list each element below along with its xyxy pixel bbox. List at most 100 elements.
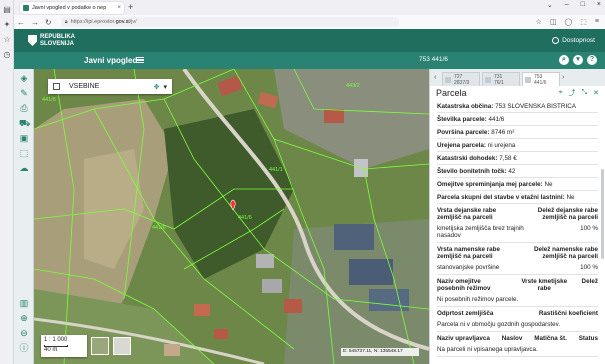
managers-table: Naziv upravljavca Naslov Matična št. Sta…	[437, 332, 598, 357]
tabs-next-icon[interactable]: ›	[562, 74, 570, 81]
table-header: Delež namenske rabe zemljišč na parceli	[533, 246, 598, 260]
parcel-number-label: 441/6	[238, 215, 252, 221]
bookmark-star-icon[interactable]: ☆	[536, 18, 542, 26]
close-panel-icon[interactable]: ✕	[593, 89, 599, 97]
tabs-prev-icon[interactable]: ‹	[434, 74, 442, 81]
basemap-map-thumb[interactable]	[113, 337, 131, 355]
accessibility-button[interactable]: Dostopnost	[552, 37, 595, 44]
app-bar: Javni vpogled 753 441/6 ⌕ ▾ ?	[14, 52, 605, 69]
history-icon[interactable]: ◷	[3, 51, 11, 59]
ai-chat-icon[interactable]: ✦	[3, 21, 11, 29]
attr-row: Številka parcele: 441/6	[437, 113, 598, 126]
shopping-cart-icon[interactable]: ⛟	[19, 118, 30, 128]
attr-value: 7,58 €	[497, 155, 517, 162]
attr-row: Parcela skupni del stavbe v etažni lastn…	[437, 191, 598, 204]
layers-selector[interactable]: VSEBINE ✥ ▾	[48, 79, 172, 94]
orthophoto-map: 441/6 441/6 443/2 441/1 441/6	[34, 69, 429, 364]
parcel-tab[interactable]: 731 76/1	[482, 72, 520, 86]
basemap-orthophoto-thumb[interactable]	[91, 337, 109, 355]
print-icon[interactable]: ⎙	[19, 103, 29, 113]
table-header: Delež	[581, 278, 598, 285]
zoom-out-icon[interactable]: ⊖	[19, 328, 29, 338]
map-canvas[interactable]: 441/6 441/6 443/2 441/1 441/6	[34, 69, 429, 364]
coat-of-arms-logo	[28, 35, 37, 46]
tab-title: Javni vpogled v podatke o nep	[32, 5, 107, 11]
browser-tab[interactable]: Javni vpogled v podatke o nep ×	[20, 2, 124, 14]
account-icon[interactable]: ◯	[564, 18, 572, 26]
share-icon[interactable]: ⤴	[569, 88, 576, 98]
app-menu-icon[interactable]: ≡	[595, 18, 599, 26]
parcel-tab[interactable]: 727 2837/3	[442, 72, 480, 86]
bookmarks-icon[interactable]: ☆	[3, 36, 11, 44]
browser-sidebar: ▤ ✦ ☆ ◷	[0, 0, 14, 364]
cloud-download-icon[interactable]: ☁	[19, 163, 29, 173]
layers-selected-value: VSEBINE	[69, 83, 100, 90]
book-icon[interactable]: ▥	[19, 298, 29, 308]
url-domain: gov.si	[115, 19, 130, 25]
maximize-icon[interactable]: □	[581, 1, 585, 9]
pocket-icon[interactable]: ◫	[550, 18, 557, 26]
table-header: Vrsta dejanske rabe zemljišč na parceli	[437, 207, 497, 221]
attr-row: Katastrska občina: 753 SLOVENSKA BISTRIC…	[437, 100, 598, 113]
sidebar-toggle-icon[interactable]: ▤	[3, 6, 11, 14]
attr-value: 42	[506, 168, 516, 175]
chevron-down-icon[interactable]: ▾	[163, 83, 167, 91]
table-cell: 100 %	[580, 225, 598, 232]
back-icon[interactable]: ←	[17, 18, 25, 27]
tab-close-icon[interactable]: ×	[117, 5, 121, 11]
search-icon[interactable]: ⌕	[559, 55, 569, 65]
panel-title: Parcela	[436, 88, 467, 98]
parcel-number-label: 443/2	[346, 83, 360, 89]
menu-icon[interactable]	[136, 57, 144, 63]
forward-icon[interactable]: →	[31, 18, 39, 27]
attr-key: Število bonitetnih točk:	[437, 168, 507, 175]
app-title: Javni vpogled	[84, 56, 138, 65]
parcel-tab-icon	[525, 77, 531, 83]
address-bar[interactable]: 🔒︎ https://ipi.eprostor. gov.si/jv/	[60, 17, 399, 27]
table-header: Delež dejanske rabe zemljišč na parceli	[537, 207, 598, 221]
parcel-tab-number: 441/6	[534, 80, 547, 86]
table-header: Naziv upravljavca	[437, 335, 490, 342]
measure-icon[interactable]: ✎	[19, 88, 29, 98]
attr-value: ni urejena	[486, 142, 516, 149]
planned-use-table: Vrsta namenske rabe zemljišč na parceli …	[437, 243, 598, 275]
parcel-number-label: 441/6	[152, 225, 166, 231]
window-controls: ⌄ – □ ×	[547, 1, 601, 9]
attr-value: Ne	[542, 181, 553, 188]
parcel-tab-active[interactable]: 753 441/6	[522, 72, 560, 86]
parcel-search-value[interactable]: 753 441/6	[419, 56, 448, 63]
attr-value: 753 SLOVENSKA BISTRICA	[493, 103, 576, 110]
cart-icon[interactable]: ▾	[573, 55, 583, 65]
extensions-icon[interactable]: ⬚	[580, 18, 587, 26]
reload-icon[interactable]: ↻	[45, 18, 52, 27]
panel-scrollbar[interactable]	[601, 169, 604, 259]
window-close-icon[interactable]: ×	[597, 1, 601, 9]
parcel-number-label: 441/6	[42, 97, 56, 103]
help-icon[interactable]: ?	[587, 55, 597, 65]
attr-key: Številka parcele:	[437, 116, 487, 123]
table-header: Naslov	[501, 335, 523, 342]
minimize-icon[interactable]: –	[565, 1, 569, 9]
zoom-in-icon[interactable]: ⊕	[19, 313, 29, 323]
site-favicon-icon	[23, 5, 29, 11]
attr-row: Urejena parcela: ni urejena	[437, 139, 598, 152]
scale-bar-label: 40 m	[44, 347, 58, 353]
zoom-to-parcel-icon[interactable]: ⌖	[559, 89, 563, 97]
attr-value: 8746 m²	[489, 129, 515, 136]
select-icon[interactable]: ▣	[19, 133, 29, 143]
logo-text[interactable]: REPUBLIKA SLOVENIJA	[40, 34, 75, 48]
scale-control[interactable]: 1 : 1 000 40 m	[41, 335, 87, 357]
layers-stack-icon	[53, 83, 60, 90]
scale-ratio: 1 : 1 000	[44, 337, 68, 343]
info-icon[interactable]: ⓘ	[19, 343, 29, 353]
move-icon[interactable]: ✥	[154, 83, 160, 91]
window-dropdown-icon[interactable]: ⌄	[547, 1, 553, 9]
new-tab-icon[interactable]: +	[128, 2, 133, 12]
parcel-attributes: Katastrska občina: 753 SLOVENSKA BISTRIC…	[430, 100, 605, 357]
url-suffix: /jv/	[129, 19, 137, 25]
layers-icon[interactable]: ◈	[19, 73, 29, 83]
parcel-tab-number: 2837/3	[454, 80, 470, 86]
collapse-icon[interactable]: ⤡	[582, 89, 588, 97]
table-header: Rastiščni koeficient	[538, 310, 598, 317]
export-icon[interactable]: ⬚	[19, 148, 29, 158]
